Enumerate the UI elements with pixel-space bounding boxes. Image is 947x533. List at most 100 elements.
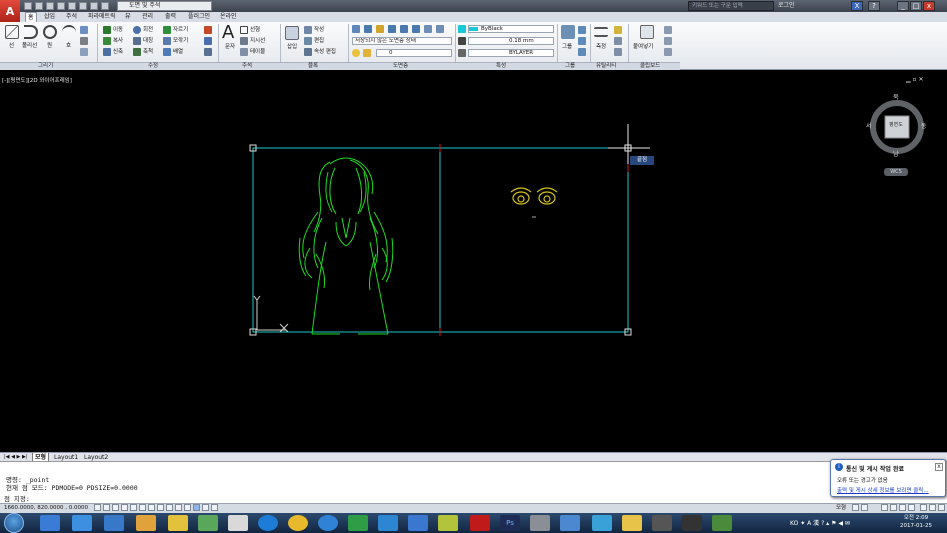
infer-constraints-toggle[interactable] xyxy=(94,504,101,511)
edit-block-icon[interactable] xyxy=(304,37,312,45)
search-input[interactable]: 키워드 또는 구문 입력 xyxy=(688,1,774,11)
taskbar-app-icon[interactable] xyxy=(592,515,612,531)
trim-icon[interactable] xyxy=(163,26,171,34)
tab-insert[interactable]: 삽입 xyxy=(42,12,57,22)
rectangle-icon[interactable] xyxy=(80,26,88,34)
color-dropdown[interactable]: ByBlack xyxy=(468,25,554,33)
group-icon[interactable] xyxy=(561,25,575,39)
otrack-toggle[interactable] xyxy=(157,504,164,511)
command-window[interactable]: 명령: _point 현재 점 모드: PDMODE=0 PDSIZE=0.00… xyxy=(0,461,947,504)
pan-icon[interactable] xyxy=(881,504,888,511)
viewcube-south[interactable]: 남 xyxy=(893,149,899,158)
edit-attribute-icon[interactable] xyxy=(304,48,312,56)
explode-icon[interactable] xyxy=(204,37,212,45)
taskbar-clock[interactable]: 오전 2:09 2017-01-25 xyxy=(900,514,932,530)
autocad-taskbar-icon[interactable] xyxy=(470,515,490,531)
signin-link[interactable]: 로그인 xyxy=(778,1,795,11)
scale-icon[interactable] xyxy=(133,48,141,56)
stretch-icon[interactable] xyxy=(103,48,111,56)
taskbar-app-icon[interactable] xyxy=(408,515,428,531)
cut-icon[interactable] xyxy=(664,26,672,34)
layer-state-icon[interactable] xyxy=(364,25,372,33)
match-properties-icon[interactable] xyxy=(458,25,466,33)
erase-icon[interactable] xyxy=(204,26,212,34)
lineweight-dropdown[interactable]: 0.18 mm xyxy=(468,37,554,45)
quick-view-layouts-icon[interactable] xyxy=(852,504,859,511)
array-icon[interactable] xyxy=(163,48,171,56)
measure-icon[interactable] xyxy=(594,27,608,37)
panel-properties[interactable]: 특성 xyxy=(496,63,506,70)
calculator-icon[interactable] xyxy=(614,37,622,45)
save-as-icon[interactable] xyxy=(57,2,65,10)
close-button[interactable]: x xyxy=(923,1,935,11)
taskbar-app-icon[interactable] xyxy=(72,515,92,531)
taskbar-app-icon[interactable] xyxy=(712,515,732,531)
maximize-button[interactable]: □ xyxy=(910,1,922,11)
copy-link-icon[interactable] xyxy=(664,48,672,56)
osnap-toggle[interactable] xyxy=(139,504,146,511)
model-space-button[interactable]: 모형 xyxy=(836,504,846,512)
viewcube-face-label[interactable]: 평면도 xyxy=(889,121,903,128)
ducs-toggle[interactable] xyxy=(166,504,173,511)
minimize-button[interactable]: _ xyxy=(897,1,909,11)
group-edit-icon[interactable] xyxy=(578,37,586,45)
id-point-icon[interactable] xyxy=(614,48,622,56)
coordinates-display[interactable]: 1660.0000, 820.0000 , 0.0000 xyxy=(4,504,88,512)
line-icon[interactable] xyxy=(5,25,19,39)
offset-icon[interactable] xyxy=(204,48,212,56)
mirror-icon[interactable] xyxy=(133,37,141,45)
plot-notification-balloon[interactable]: i 통신 및 게시 작업 완료 x 오류 또는 경고가 없음 출력 및 게시 상… xyxy=(830,459,946,497)
system-tray[interactable]: KO ✦ A 漢 ? ▴ ⚑ ◀ ✉ xyxy=(790,518,850,527)
taskbar-app-icon[interactable] xyxy=(682,515,702,531)
plot-icon[interactable] xyxy=(68,2,76,10)
taskbar-app-icon[interactable] xyxy=(104,515,124,531)
taskbar-app-icon[interactable] xyxy=(378,515,398,531)
photoshop-icon[interactable]: Ps xyxy=(500,515,520,531)
viewcube-west[interactable]: 서 xyxy=(866,121,872,130)
ie-icon[interactable] xyxy=(258,515,278,531)
balloon-details-link[interactable]: 출력 및 게시 상세 정보를 보려면 클릭... xyxy=(837,486,929,494)
tab-plugins[interactable]: 플러그인 xyxy=(186,12,212,22)
quick-properties-toggle[interactable] xyxy=(202,504,209,511)
panel-groups[interactable]: 그룹 xyxy=(565,63,575,70)
layer-merge-icon[interactable] xyxy=(436,25,444,33)
open-file-icon[interactable] xyxy=(35,2,43,10)
layer-properties-icon[interactable] xyxy=(352,25,360,33)
undo-icon[interactable] xyxy=(79,2,87,10)
taskbar-app-icon[interactable] xyxy=(438,515,458,531)
polyline-icon[interactable] xyxy=(24,25,38,39)
steeringwheel-icon[interactable] xyxy=(899,504,906,511)
taskbar-app-icon[interactable] xyxy=(198,515,218,531)
panel-block[interactable]: 블록 xyxy=(308,63,318,70)
tab-home[interactable]: 홈 xyxy=(25,12,37,22)
taskbar-app-icon[interactable] xyxy=(136,515,156,531)
polar-toggle[interactable] xyxy=(130,504,137,511)
ortho-toggle[interactable] xyxy=(121,504,128,511)
zoom-icon[interactable] xyxy=(890,504,897,511)
close-icon[interactable]: x xyxy=(935,463,943,471)
workspace-switch-icon[interactable] xyxy=(920,504,927,511)
insert-icon[interactable] xyxy=(285,26,299,40)
move-icon[interactable] xyxy=(103,26,111,34)
layer-on-icon[interactable] xyxy=(352,49,360,57)
transparency-toggle[interactable] xyxy=(193,504,200,511)
dimension-icon[interactable] xyxy=(240,26,248,34)
taskbar-app-icon[interactable] xyxy=(318,515,338,531)
layer-freeze-icon[interactable] xyxy=(376,25,384,33)
save-icon[interactable] xyxy=(46,2,54,10)
tab-annotate[interactable]: 주석 xyxy=(64,12,79,22)
panel-clipboard[interactable]: 클립보드 xyxy=(640,63,660,70)
explorer-icon[interactable] xyxy=(622,515,642,531)
quick-select-icon[interactable] xyxy=(614,26,622,34)
linetype-icon[interactable] xyxy=(458,49,466,57)
viewcube-north[interactable]: 북 xyxy=(893,92,899,101)
hatch-icon[interactable] xyxy=(80,37,88,45)
panel-annotation[interactable]: 주석 xyxy=(242,63,252,70)
tab-output[interactable]: 출력 xyxy=(163,12,178,22)
exchange-icon[interactable]: X xyxy=(851,1,863,11)
layer-dropdown[interactable]: 0 xyxy=(376,49,452,57)
taskbar-app-icon[interactable] xyxy=(168,515,188,531)
3d-osnap-toggle[interactable] xyxy=(148,504,155,511)
new-file-icon[interactable] xyxy=(24,2,32,10)
wcs-menu[interactable]: WCS xyxy=(884,168,908,176)
